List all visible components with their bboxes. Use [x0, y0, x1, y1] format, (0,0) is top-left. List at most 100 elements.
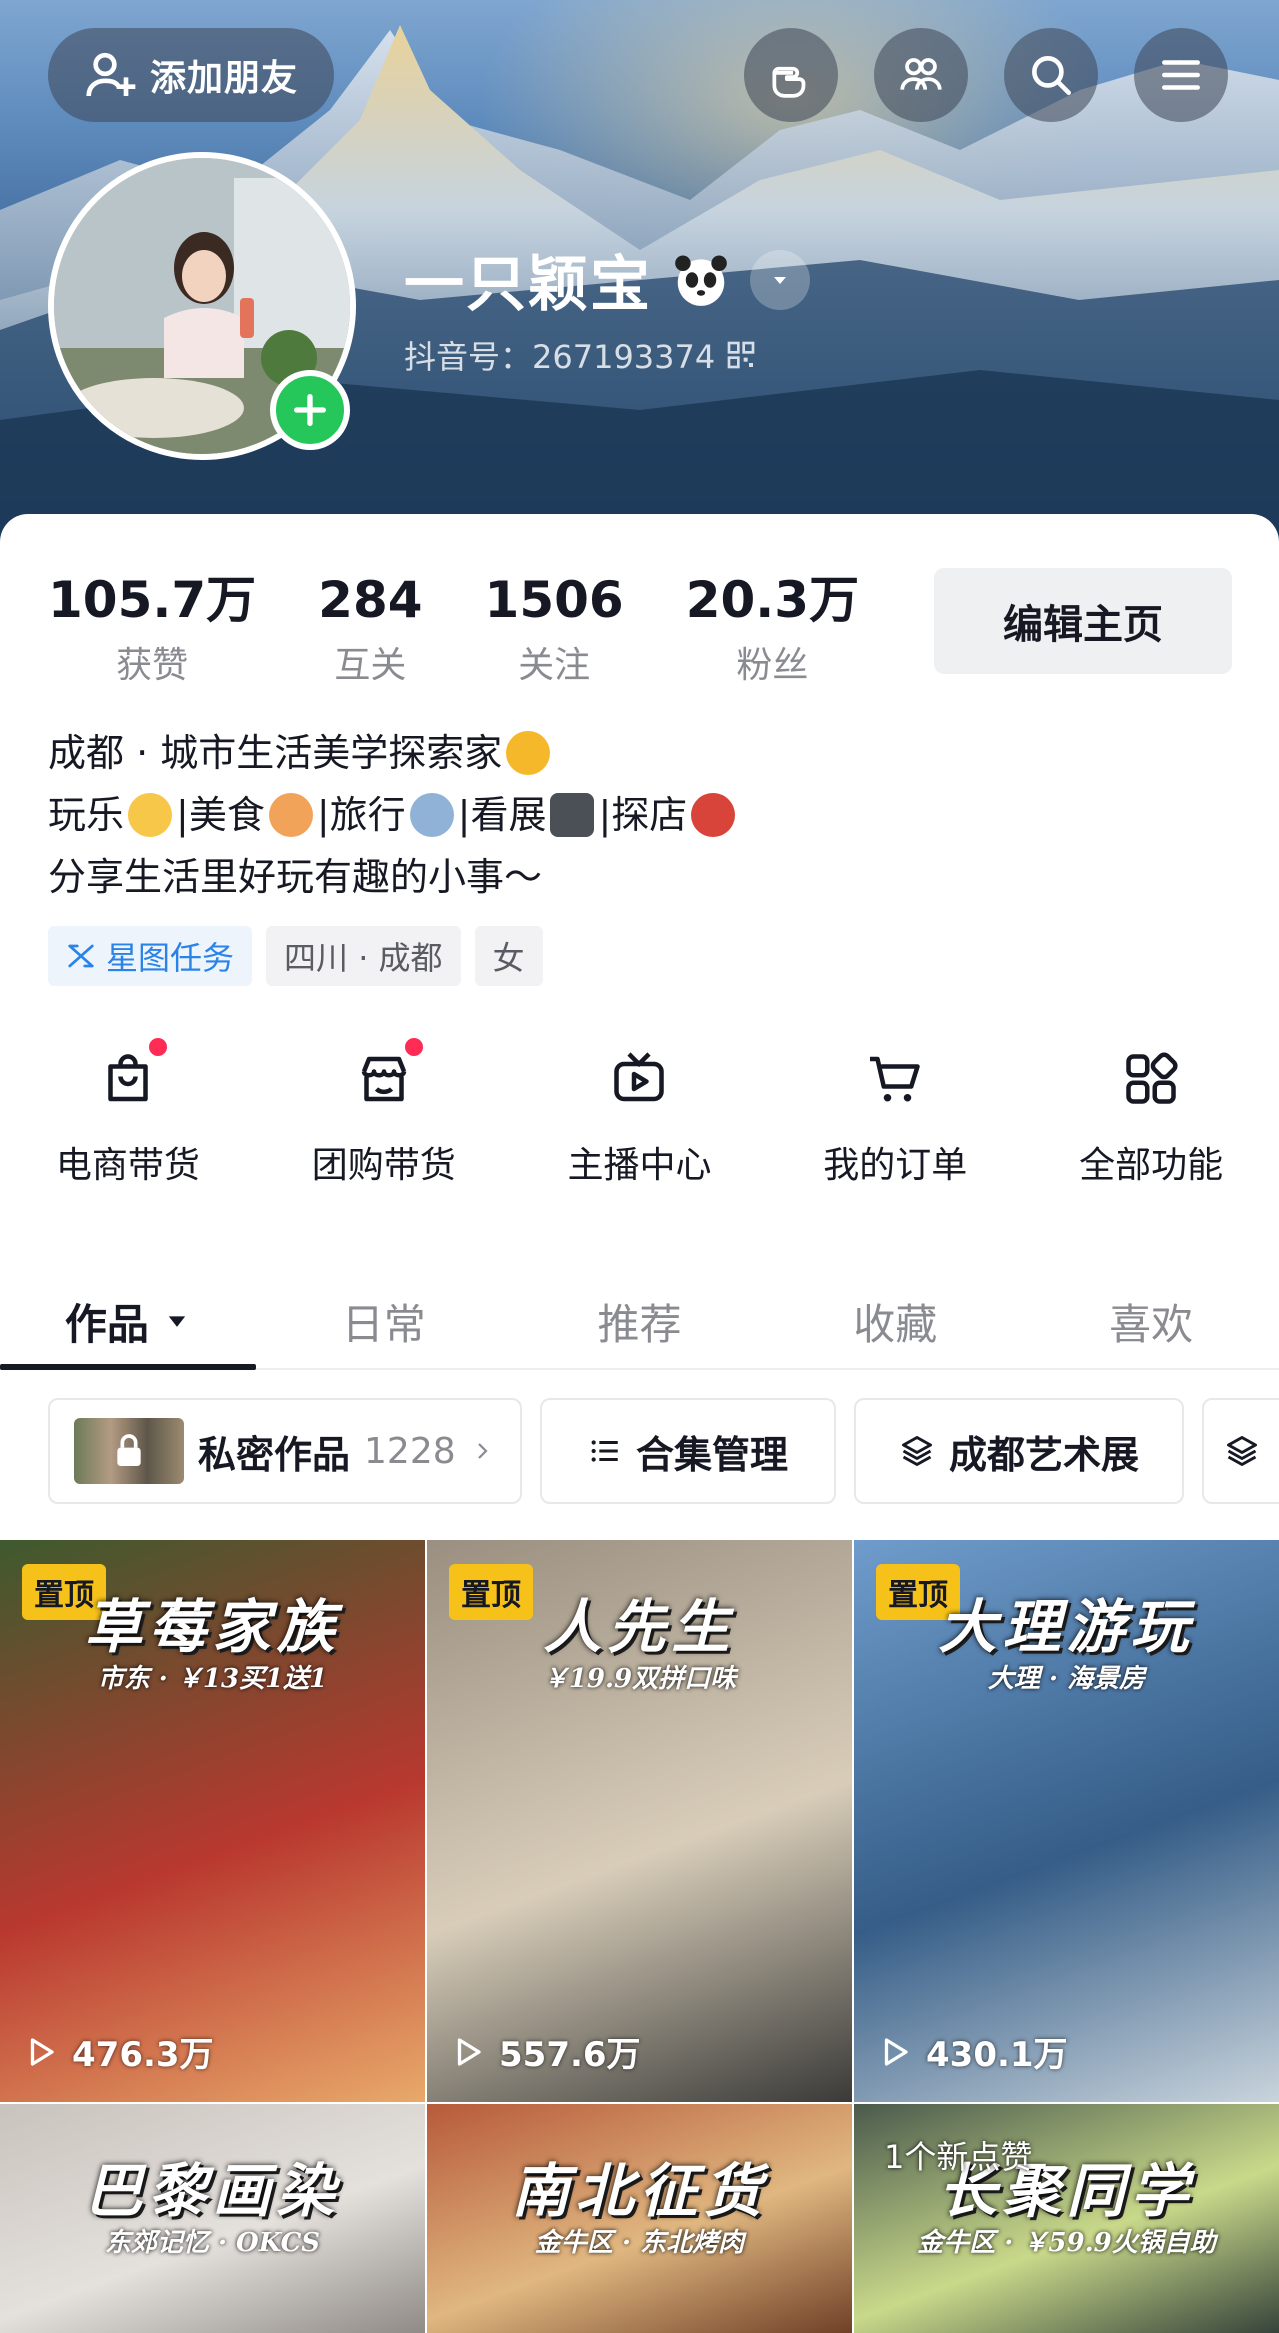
- video-title: 人先生: [543, 1593, 736, 1661]
- feature-my-orders[interactable]: 我的订单: [767, 1044, 1023, 1188]
- new-like-notice: 1个新点赞: [884, 2138, 1033, 2176]
- menu-button[interactable]: [1134, 28, 1228, 122]
- tab-label: 喜欢: [1109, 1299, 1194, 1349]
- bio-line-3: 分享生活里好玩有趣的小事～: [48, 846, 739, 908]
- feature-group-buy[interactable]: 团购带货: [256, 1038, 512, 1188]
- play-count-value: 476.3万: [72, 2035, 214, 2075]
- collection-manage-chip[interactable]: 合集管理: [540, 1398, 836, 1504]
- tags-row: 星图任务 四川 · 成都 女: [48, 926, 543, 986]
- xingtu-icon: [68, 944, 94, 968]
- friends-icon: [900, 58, 942, 90]
- tab-label: 推荐: [597, 1299, 682, 1349]
- bio-text: |探店: [598, 793, 688, 837]
- play-count: 557.6万: [449, 2027, 641, 2076]
- video-subtitle: 东郊记忆 · OKCS: [104, 2228, 321, 2258]
- tab-label: 作品: [64, 1299, 149, 1349]
- bio: 成都 · 城市生活美学探索家 玩乐 |美食 |旅行 |看展 |探店 分享生活里好…: [48, 722, 739, 908]
- collection-chips: 私密作品 1228 合集管理 成都艺术展: [48, 1398, 1279, 1504]
- bio-text: |旅行: [316, 793, 406, 837]
- video-subtitle: 市东 · ￥13买1送1: [97, 1664, 328, 1694]
- video-card[interactable]: 南北征货 金牛区 · 东北烤肉: [427, 2104, 854, 2333]
- feature-label: 我的订单: [823, 1145, 968, 1186]
- feature-streamer-center[interactable]: 主播中心: [512, 1044, 768, 1188]
- tab-recommend[interactable]: 推荐: [512, 1274, 768, 1368]
- store-icon: [349, 1038, 423, 1114]
- video-card[interactable]: 置顶 草莓家族 市东 · ￥13买1送1 476.3万: [0, 1540, 427, 2104]
- stat-label: 获赞: [116, 645, 189, 686]
- feature-label: 主播中心: [567, 1145, 712, 1186]
- add-friend-button[interactable]: 添加朋友: [48, 28, 334, 122]
- list-icon: [591, 1440, 618, 1462]
- cart-icon: [860, 1044, 930, 1114]
- edit-profile-button[interactable]: 编辑主页: [934, 568, 1232, 674]
- add-friend-label: 添加朋友: [149, 58, 298, 99]
- tab-label: 收藏: [853, 1299, 938, 1349]
- tab-label: 日常: [341, 1299, 426, 1349]
- feature-all-functions[interactable]: 全部功能: [1023, 1044, 1279, 1188]
- tab-likes[interactable]: 喜欢: [1023, 1274, 1279, 1368]
- content-tabs: 作品 日常 推荐 收藏 喜欢: [0, 1274, 1279, 1370]
- play-icon: [457, 2037, 481, 2066]
- play-count: 476.3万: [22, 2027, 214, 2076]
- more-collection-chip[interactable]: [1202, 1398, 1279, 1504]
- video-card[interactable]: 置顶 人先生 ￥19.9双拼口味 557.6万: [427, 1540, 854, 2104]
- art-exhibition-chip[interactable]: 成都艺术展: [854, 1398, 1184, 1504]
- play-icon: [30, 2037, 54, 2066]
- dancer-emoji-icon: [691, 793, 736, 837]
- video-subtitle: ￥19.9双拼口味: [542, 1664, 737, 1694]
- bio-line-2: 玩乐 |美食 |旅行 |看展 |探店: [48, 784, 739, 846]
- camera-emoji-icon: [550, 793, 595, 837]
- shopping-bag-icon: [93, 1038, 167, 1114]
- tag-gender[interactable]: 女: [474, 926, 543, 986]
- friends-button[interactable]: [874, 28, 968, 122]
- tab-daily[interactable]: 日常: [256, 1274, 512, 1368]
- stat-value: 20.3万: [685, 571, 860, 629]
- tab-works[interactable]: 作品: [0, 1274, 256, 1370]
- add-avatar-button[interactable]: [270, 370, 350, 450]
- video-card[interactable]: 长聚同学 金牛区 · ￥59.9火锅自助 1个新点赞: [854, 2104, 1279, 2333]
- pointing-hand-icon: [772, 66, 806, 98]
- tab-favorites[interactable]: 收藏: [767, 1274, 1023, 1368]
- nickname-row[interactable]: 一只颖宝: [404, 236, 810, 323]
- raised-hands-emoji-icon: [506, 731, 551, 775]
- video-grid: 置顶 草莓家族 市东 · ￥13买1送1 476.3万 置顶 人先生 ￥19.9…: [0, 1540, 1279, 2333]
- tag-label: 星图任务: [106, 939, 235, 977]
- stat-likes[interactable]: 105.7万 获赞: [48, 570, 256, 688]
- chevron-right-icon: [477, 1443, 488, 1459]
- stat-followers[interactable]: 20.3万 粉丝: [686, 570, 859, 688]
- video-title: 巴黎画染: [84, 2157, 341, 2225]
- bio-text: 成都 · 城市生活美学探索家: [48, 731, 503, 775]
- chip-label: 合集管理: [635, 1432, 788, 1477]
- stat-following[interactable]: 1506 关注: [485, 570, 624, 688]
- tag-label: 四川 · 成都: [284, 939, 443, 977]
- feature-label: 全部功能: [1079, 1145, 1224, 1186]
- visitor-button[interactable]: [744, 28, 838, 122]
- video-card[interactable]: 置顶 大理游玩 大理 · 海景房 430.1万: [854, 1540, 1279, 2104]
- douyin-id-text: 抖音号：267193374: [404, 338, 716, 376]
- douyin-id[interactable]: 抖音号：267193374: [404, 332, 757, 378]
- bio-text: 玩乐: [48, 793, 125, 837]
- chip-label: 成都艺术展: [948, 1432, 1139, 1477]
- stats-row: 105.7万 获赞 284 互关 1506 关注 20.3万 粉丝: [48, 570, 921, 688]
- private-works-chip[interactable]: 私密作品 1228: [48, 1398, 522, 1504]
- feature-ecommerce[interactable]: 电商带货: [0, 1038, 256, 1188]
- bio-text: |美食: [176, 793, 265, 837]
- play-count-value: 557.6万: [499, 2035, 641, 2075]
- account-switch-button[interactable]: [750, 249, 810, 310]
- notification-dot: [404, 1038, 423, 1056]
- private-count: 1228: [364, 1430, 456, 1472]
- search-icon: [1032, 56, 1071, 96]
- tag-xingtu-task[interactable]: 星图任务: [48, 926, 253, 986]
- lock-icon: [117, 1434, 141, 1466]
- stat-mutual[interactable]: 284 互关: [318, 570, 422, 688]
- video-subtitle: 金牛区 · 东北烤肉: [534, 2228, 745, 2258]
- stat-value: 1506: [484, 571, 624, 629]
- tag-location[interactable]: 四川 · 成都: [266, 926, 461, 986]
- video-card[interactable]: 巴黎画染 东郊记忆 · OKCS: [0, 2104, 427, 2333]
- hamburger-menu-icon: [1162, 60, 1200, 90]
- video-title: 南北征货: [511, 2157, 768, 2225]
- video-title: 草莓家族: [84, 1593, 341, 1661]
- search-button[interactable]: [1004, 28, 1098, 122]
- bio-text: |看展: [457, 793, 547, 837]
- plus-icon: [294, 394, 326, 426]
